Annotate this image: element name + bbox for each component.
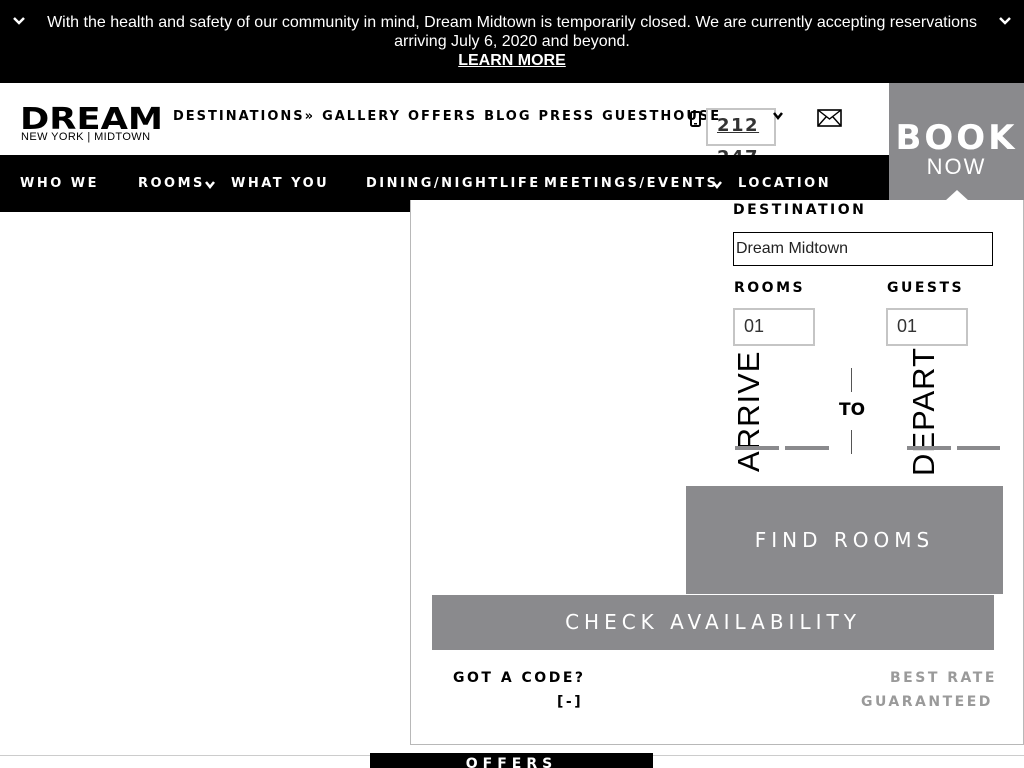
- svg-text:DREAM: DREAM: [20, 103, 163, 131]
- dream-wordmark: DREAM: [20, 102, 163, 137]
- divider: [851, 368, 852, 392]
- top-nav-destinations[interactable]: DESTINATIONS»: [173, 109, 315, 124]
- offers-button[interactable]: OFFERS: [370, 753, 653, 768]
- book-now-line-2: NOW: [926, 154, 987, 179]
- promo-code-toggle[interactable]: [-]: [557, 694, 583, 710]
- main-nav-location[interactable]: LOCATION: [738, 176, 831, 191]
- main-nav-who-we[interactable]: WHO WE: [20, 176, 99, 191]
- divider: [851, 430, 852, 454]
- depart-label: DEPART: [906, 347, 941, 476]
- promo-code-label: GOT A CODE?: [453, 670, 586, 686]
- site-header: DREAM NEW YORK | MIDTOWN DESTINATIONS» G…: [0, 83, 1024, 200]
- alert-banner: With the health and safety of our commun…: [0, 0, 1024, 83]
- top-nav: DESTINATIONS» GALLERY OFFERS BLOG PRESS …: [173, 109, 728, 124]
- rooms-field[interactable]: 01: [733, 308, 815, 346]
- main-nav-meetings[interactable]: MEETINGS/EVENTS: [544, 176, 719, 191]
- destination-label: DESTINATION: [733, 202, 867, 218]
- chevron-down-icon[interactable]: [711, 180, 723, 190]
- guests-field[interactable]: 01: [886, 308, 968, 346]
- check-availability-button[interactable]: CHECK AVAILABILITY: [432, 595, 994, 650]
- phone-number[interactable]: 212 2472000: [706, 108, 776, 200]
- top-nav-press[interactable]: PRESS: [539, 109, 596, 124]
- top-nav-gallery[interactable]: GALLERY: [322, 109, 401, 124]
- phone-icon: [690, 111, 701, 127]
- booking-panel: DESTINATION Dream Midtown ROOMS 01 GUEST…: [410, 200, 1024, 745]
- chevron-down-icon[interactable]: [12, 14, 26, 28]
- depart-day-input[interactable]: [957, 446, 1000, 450]
- arrive-label: ARRIVE: [731, 350, 766, 472]
- book-now-line-1: BOOK: [895, 118, 1018, 158]
- destination-field[interactable]: Dream Midtown: [733, 232, 993, 266]
- depart-month-input[interactable]: [907, 446, 951, 450]
- rooms-label: ROOMS: [734, 280, 806, 296]
- to-label: TO: [839, 400, 866, 420]
- brand-logo[interactable]: DREAM NEW YORK | MIDTOWN: [20, 102, 170, 143]
- main-nav-dining[interactable]: DINING/NIGHTLIFE: [366, 176, 541, 191]
- arrive-month-input[interactable]: [735, 446, 779, 450]
- chevron-down-icon[interactable]: [204, 180, 216, 190]
- find-rooms-button[interactable]: FIND ROOMS: [686, 486, 1003, 594]
- main-nav-what-you[interactable]: WHAT YOU: [231, 176, 329, 191]
- alert-message: With the health and safety of our commun…: [47, 14, 977, 50]
- chevron-down-icon[interactable]: [998, 14, 1012, 28]
- brand-subtitle: NEW YORK | MIDTOWN: [21, 131, 151, 143]
- chevron-down-icon[interactable]: [772, 110, 784, 122]
- top-nav-offers[interactable]: OFFERS: [408, 109, 477, 124]
- main-nav-rooms[interactable]: ROOMS: [138, 176, 205, 191]
- best-rate-line-2: GUARANTEED: [861, 694, 993, 710]
- learn-more-link[interactable]: LEARN MORE: [0, 51, 1024, 70]
- arrive-day-input[interactable]: [785, 446, 829, 450]
- guests-label: GUESTS: [887, 280, 965, 296]
- top-nav-blog[interactable]: BLOG: [484, 109, 531, 124]
- mail-icon[interactable]: [817, 109, 842, 127]
- top-nav-guesthouse[interactable]: GUESTHOUSE: [602, 109, 721, 124]
- best-rate-line-1: BEST RATE: [890, 670, 997, 686]
- bottom-strip: OFFERS: [0, 745, 1024, 768]
- book-now-button[interactable]: BOOK NOW: [889, 83, 1024, 212]
